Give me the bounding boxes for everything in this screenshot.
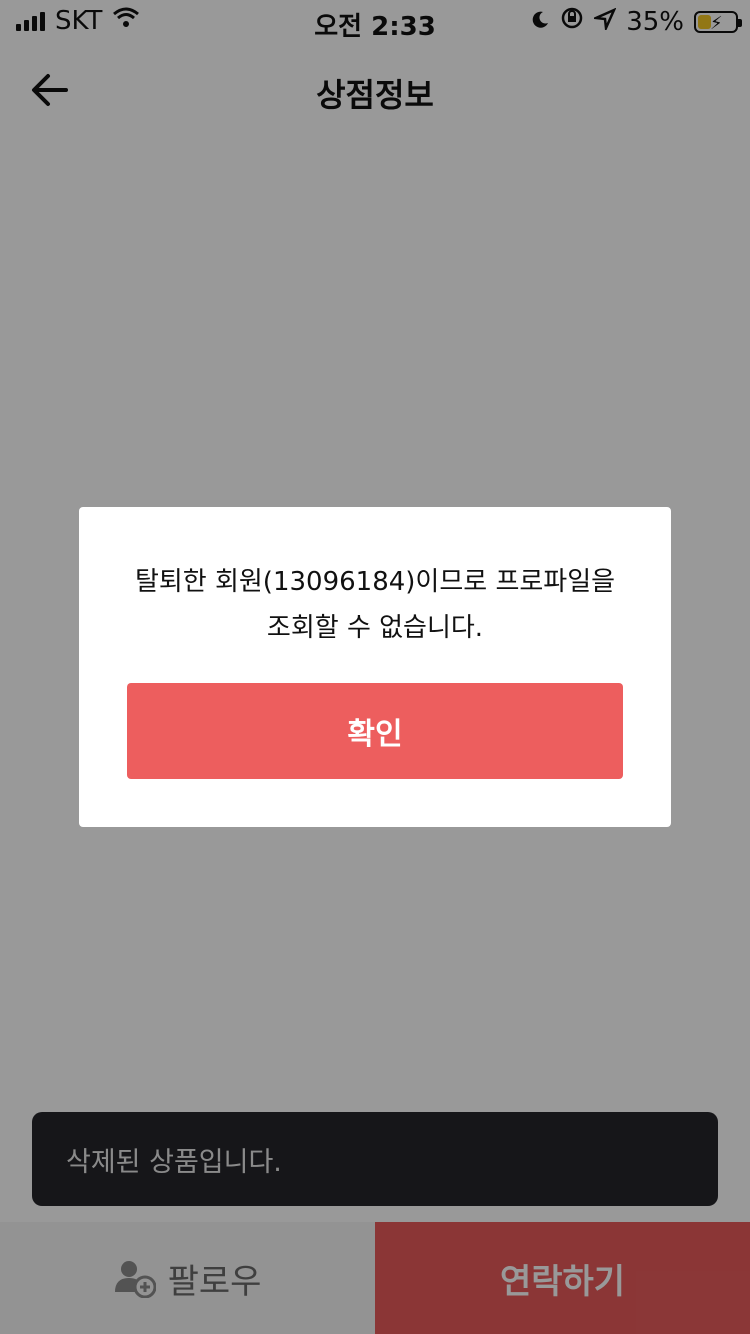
alert-dialog: 탈퇴한 회원(13096184)이므로 프로파일을 조회할 수 없습니다. 확인 xyxy=(79,507,671,827)
confirm-label: 확인 xyxy=(347,717,403,752)
dialog-message: 탈퇴한 회원(13096184)이므로 프로파일을 조회할 수 없습니다. xyxy=(103,559,647,651)
confirm-button[interactable]: 확인 xyxy=(127,683,623,779)
dialog-message-line1: 탈퇴한 회원(13096184)이므로 프로파일을 xyxy=(134,567,616,597)
dialog-message-line2: 조회할 수 없습니다. xyxy=(266,613,484,643)
